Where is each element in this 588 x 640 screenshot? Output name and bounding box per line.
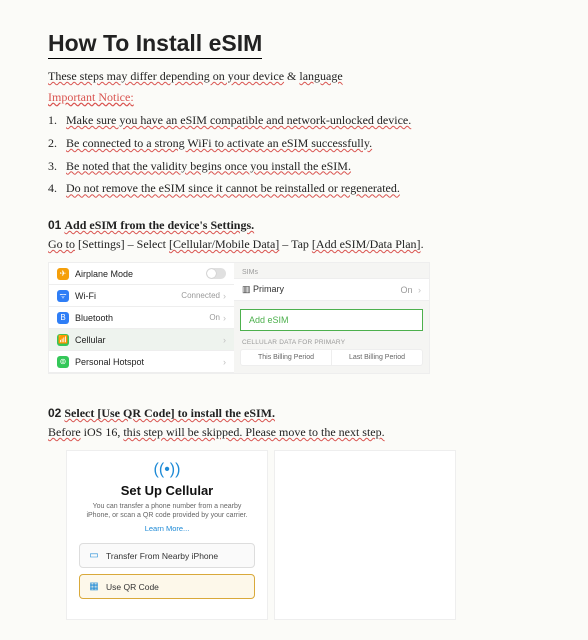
row-wifi[interactable]: ᯤ Wi-Fi Connected› — [49, 285, 234, 307]
chevron-right-icon: › — [223, 291, 226, 301]
option-transfer[interactable]: ▭ Transfer From Nearby iPhone — [79, 543, 255, 568]
row-hotspot[interactable]: ⊚ Personal Hotspot › — [49, 351, 234, 373]
setup-screenshot: ((•)) Set Up Cellular You can transfer a… — [66, 450, 540, 620]
row-bluetooth[interactable]: B Bluetooth On› — [49, 307, 234, 329]
row-cellular[interactable]: 📶 Cellular › — [49, 329, 234, 351]
settings-screenshot: ✈ Airplane Mode ᯤ Wi-Fi Connected› B Blu… — [48, 262, 430, 374]
intro-text-pre: These steps may differ depending on your… — [48, 69, 284, 83]
intro-line: These steps may differ depending on your… — [48, 69, 540, 84]
step2-sub: Before iOS 16, this step will be skipped… — [48, 425, 540, 440]
step1-sub: Go to [Settings] – Select [Cellular/Mobi… — [48, 237, 540, 252]
cell-data-label: CELLULAR DATA FOR PRIMARY — [234, 339, 429, 349]
hotspot-icon: ⊚ — [57, 356, 69, 368]
intro-text-post: language — [299, 69, 342, 83]
setup-cellular-panel: ((•)) Set Up Cellular You can transfer a… — [66, 450, 268, 620]
important-notice-label: Important Notice: — [48, 90, 540, 105]
notice-2: Be connected to a strong WiFi to activat… — [66, 132, 372, 155]
setup-body: You can transfer a phone number from a n… — [83, 502, 251, 520]
row-airplane[interactable]: ✈ Airplane Mode — [49, 263, 234, 285]
bluetooth-icon: B — [57, 312, 69, 324]
airplane-toggle[interactable] — [206, 268, 226, 279]
option-use-qr[interactable]: ▦ Use QR Code — [79, 574, 255, 599]
cellular-icon: 📶 — [57, 334, 69, 346]
billing-segmented[interactable]: This Billing Period Last Billing Period — [240, 349, 423, 366]
blank-panel — [274, 450, 456, 620]
notice-list: 1.Make sure you have an eSIM compatible … — [48, 109, 540, 200]
chevron-right-icon: › — [418, 285, 421, 295]
airplane-icon: ✈ — [57, 268, 69, 280]
phone-icon: ▭ — [88, 550, 100, 561]
qr-icon: ▦ — [88, 581, 100, 592]
page-title: How To Install eSIM — [48, 30, 262, 59]
bill-last[interactable]: Last Billing Period — [332, 350, 422, 365]
settings-right-pane: SIMs ▥ Primary On › Add eSIM CELLULAR DA… — [234, 263, 429, 373]
step1-heading: 01 Add eSIM from the device's Settings. — [48, 218, 540, 233]
intro-amp: & — [284, 69, 299, 83]
primary-row[interactable]: ▥ Primary On › — [234, 278, 429, 301]
wifi-icon: ᯤ — [57, 290, 69, 302]
add-esim-button[interactable]: Add eSIM — [240, 309, 423, 331]
notice-3: Be noted that the validity begins once y… — [66, 155, 351, 178]
settings-left-pane: ✈ Airplane Mode ᯤ Wi-Fi Connected› B Blu… — [49, 263, 234, 373]
learn-more-link[interactable]: Learn More... — [77, 524, 257, 533]
setup-heading: Set Up Cellular — [77, 483, 257, 498]
notice-4: Do not remove the eSIM since it cannot b… — [66, 177, 400, 200]
antenna-icon: ((•)) — [77, 461, 257, 479]
bill-this[interactable]: This Billing Period — [241, 350, 332, 365]
step2-heading: 02 Select [Use QR Code] to install the e… — [48, 406, 540, 421]
notice-1: Make sure you have an eSIM compatible an… — [66, 109, 411, 132]
chevron-right-icon: › — [223, 313, 226, 323]
chevron-right-icon: › — [223, 357, 226, 367]
chevron-right-icon: › — [223, 335, 226, 345]
sims-label: SIMs — [234, 267, 429, 278]
